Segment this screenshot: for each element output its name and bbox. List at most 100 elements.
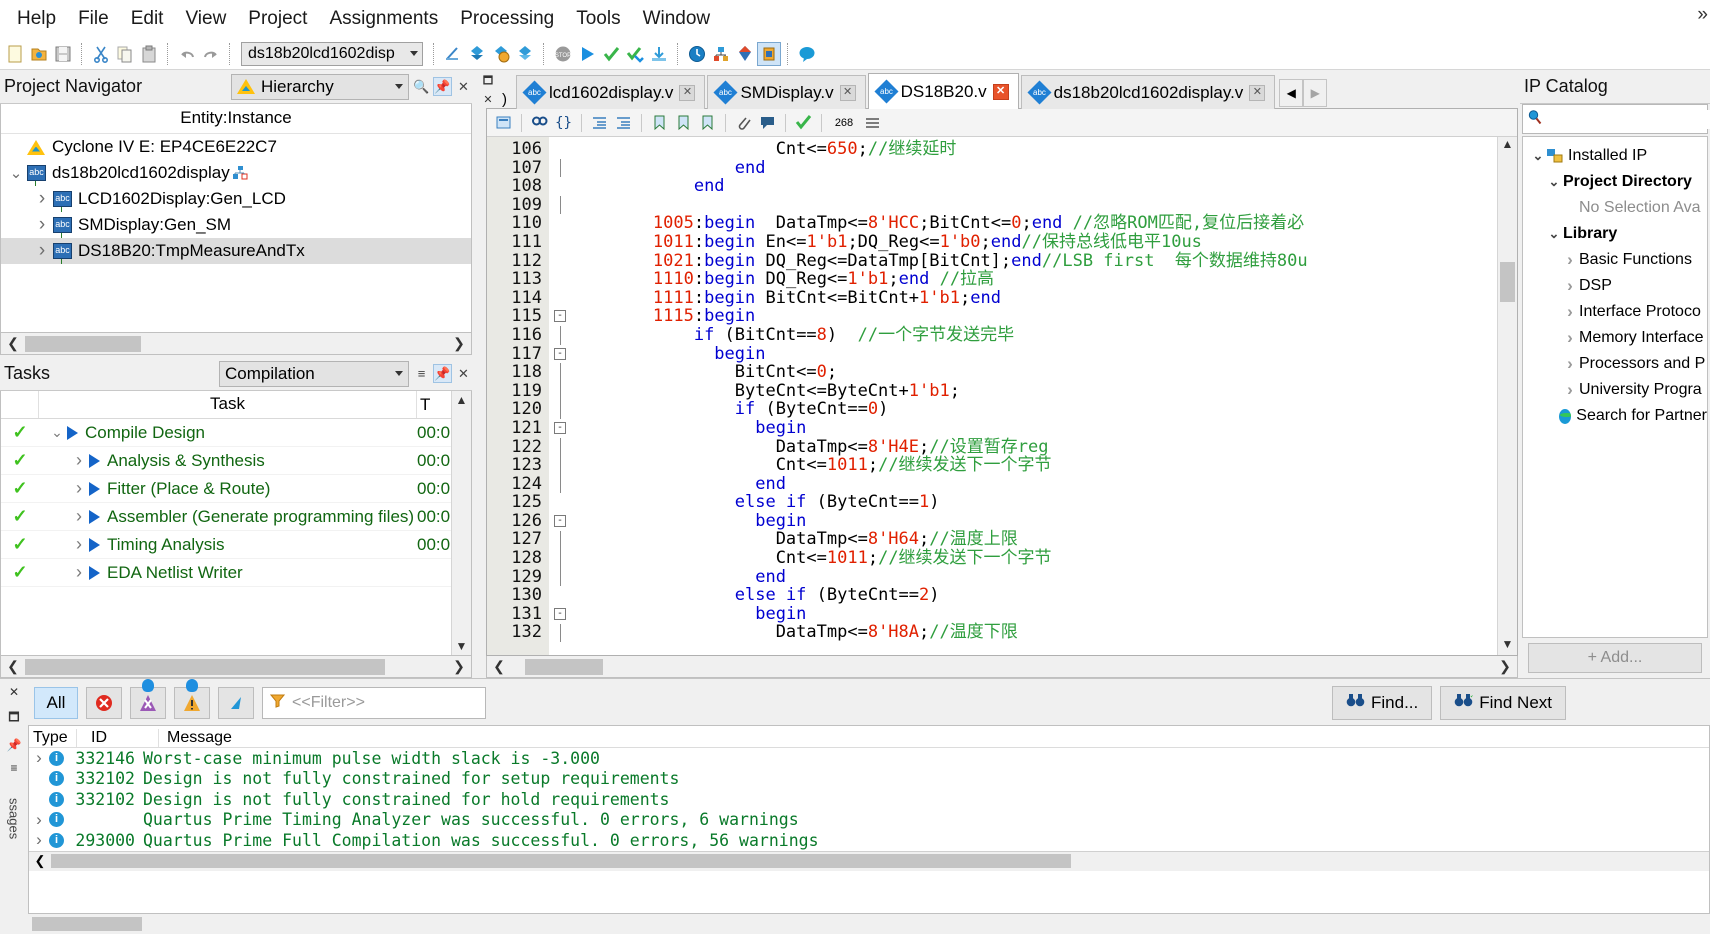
chevron-right-icon[interactable]: › xyxy=(31,188,53,210)
tasks-vscrollbar[interactable]: ▲ ▼ xyxy=(451,391,471,655)
restore-icon[interactable]: 🗖 xyxy=(483,72,493,91)
editor-tab[interactable]: abc lcd1602display.v ✕ xyxy=(516,75,706,109)
analysis-elaboration-icon[interactable] xyxy=(490,43,512,65)
ip-catalog-node[interactable]: › University Progra xyxy=(1523,377,1707,403)
hierarchy-node[interactable]: ⌄ abc ds18b20lcd1602display xyxy=(1,160,471,186)
restore-icon[interactable]: 🗖 xyxy=(8,708,19,729)
chevron-right-icon[interactable]: › xyxy=(69,534,89,555)
ip-catalog-node[interactable]: › Basic Functions xyxy=(1523,247,1707,273)
hierarchy-view-selector[interactable]: Hierarchy xyxy=(231,73,409,100)
chevron-right-icon[interactable]: › xyxy=(1561,380,1579,400)
message-row[interactable]: i 332102 Design is not fully constrained f… xyxy=(29,789,1709,810)
find-icon[interactable] xyxy=(529,112,550,133)
chevron-right-icon[interactable]: › xyxy=(1561,250,1579,270)
menu-icon[interactable]: ≡ xyxy=(413,365,430,382)
scroll-right-icon[interactable]: ❯ xyxy=(1493,658,1517,675)
chevron-right-icon[interactable]: › xyxy=(69,562,89,583)
code-line[interactable]: end xyxy=(571,177,1497,196)
scroll-down-icon[interactable]: ▼ xyxy=(456,639,468,653)
menu-overflow-icon[interactable]: » xyxy=(1697,4,1708,26)
menu-item-view[interactable]: View xyxy=(174,4,237,34)
tab-prev-icon[interactable]: ◀ xyxy=(1279,79,1304,107)
task-row[interactable]: ✓ › EDA Netlist Writer xyxy=(1,559,451,587)
chevron-right-icon[interactable]: › xyxy=(69,450,89,471)
scroll-right-icon[interactable]: ❯ xyxy=(447,335,471,352)
find-button[interactable]: Find... xyxy=(1332,686,1433,720)
close-icon[interactable]: ✕ xyxy=(1249,84,1266,101)
status-bar[interactable] xyxy=(28,914,1710,934)
hierarchy-node[interactable]: › abc LCD1602Display:Gen_LCD xyxy=(1,186,471,212)
menu-item-edit[interactable]: Edit xyxy=(120,4,175,34)
code-line[interactable]: end xyxy=(571,567,1497,587)
menu-item-tools[interactable]: Tools xyxy=(565,4,631,34)
close-icon[interactable]: ✕ xyxy=(483,93,492,106)
filter-errors-button[interactable] xyxy=(86,687,122,719)
chevron-right-icon[interactable]: › xyxy=(29,830,49,850)
bookmark-next-icon[interactable] xyxy=(673,112,694,133)
code-line[interactable]: 1005:begin DataTmp<=8'HCC;BitCnt<=0;end … xyxy=(571,214,1497,233)
filter-info-button[interactable] xyxy=(218,687,254,719)
ip-catalog-node[interactable]: ⌄ Installed IP xyxy=(1523,143,1707,169)
scroll-left-icon[interactable]: ❮ xyxy=(487,658,511,675)
match-brace-icon[interactable]: {} xyxy=(553,112,574,133)
editor-tab[interactable]: abc ds18b20lcd1602display.v ✕ xyxy=(1020,75,1276,109)
ip-catalog-node[interactable]: No Selection Ava xyxy=(1523,195,1707,221)
save-icon[interactable] xyxy=(52,43,74,65)
syntax-check-icon[interactable] xyxy=(793,112,814,133)
menu-item-project[interactable]: Project xyxy=(237,4,318,34)
run-task-icon[interactable] xyxy=(89,565,100,580)
bookmark-icon[interactable] xyxy=(649,112,670,133)
fold-collapse-icon[interactable]: - xyxy=(554,515,566,527)
add-ip-button[interactable]: + Add... xyxy=(1528,643,1702,673)
chevron-right-icon[interactable]: › xyxy=(1561,354,1579,374)
decrease-indent-icon[interactable] xyxy=(613,112,634,133)
copy-icon[interactable] xyxy=(114,43,136,65)
hierarchy-tree[interactable]: Cyclone IV E: EP4CE6E22C7 ⌄ abc ds18b20lcd1… xyxy=(1,134,471,332)
editor-vscrollbar[interactable]: ▲ ▼ xyxy=(1497,137,1517,655)
code-line[interactable]: Cnt<=1011;//继续发送下一个字节 xyxy=(571,549,1497,568)
chevron-down-icon[interactable]: ⌄ xyxy=(5,164,27,182)
code-line[interactable]: begin xyxy=(571,419,1497,438)
chevron-down-icon[interactable]: ⌄ xyxy=(1529,148,1547,164)
chevron-right-icon[interactable]: › xyxy=(69,478,89,499)
task-row[interactable]: ✓ › Assembler (Generate programming files)… xyxy=(1,503,451,531)
menu-item-help[interactable]: Help xyxy=(6,4,67,34)
editor-tab[interactable]: abc SMDisplay.v ✕ xyxy=(707,75,866,109)
hscroll-track[interactable] xyxy=(51,853,1709,869)
code-line[interactable]: 1111:begin BitCnt<=BitCnt+1'b1;end xyxy=(571,288,1497,308)
redo-icon[interactable] xyxy=(200,43,222,65)
chevron-right-icon[interactable]: › xyxy=(1561,276,1579,296)
chevron-right-icon[interactable]: › xyxy=(29,810,49,830)
fold-collapse-icon[interactable]: - xyxy=(554,347,566,360)
chevron-right-icon[interactable]: › xyxy=(69,506,89,527)
paste-icon[interactable] xyxy=(138,43,160,65)
messages-hscrollbar[interactable]: ❮ xyxy=(29,850,1709,871)
code-line[interactable]: begin xyxy=(571,512,1497,531)
editor-tab[interactable]: abc DS18B20.v ✕ xyxy=(867,73,1019,109)
code-line[interactable]: 1021:begin DQ_Reg<=DataTmp[BitCnt];end//… xyxy=(571,251,1497,271)
chevron-down-icon[interactable]: ⌄ xyxy=(1545,226,1563,242)
ip-catalog-node[interactable]: › Memory Interface xyxy=(1523,325,1707,351)
stop-icon[interactable]: STOP xyxy=(552,43,574,65)
close-icon[interactable]: ✕ xyxy=(992,83,1009,100)
close-icon[interactable]: ✕ xyxy=(839,84,856,101)
menu-icon[interactable]: ≡ xyxy=(10,761,17,775)
scroll-up-icon[interactable]: ▲ xyxy=(456,393,468,407)
increase-indent-icon[interactable] xyxy=(589,112,610,133)
task-row[interactable]: ✓ ⌄ Compile Design 00:0 xyxy=(1,419,451,447)
code-line[interactable]: DataTmp<=8'H64;//温度上限 xyxy=(571,530,1497,549)
message-row[interactable]: › i 332146 Worst-case minimum pulse width s… xyxy=(29,748,1709,769)
code-area[interactable]: 106 107 108 109 110 111 112 113 114 115 116 117 118 1… xyxy=(487,137,1517,655)
task-row[interactable]: ✓ › Timing Analysis 00:0 xyxy=(1,531,451,559)
ip-catalog-node[interactable]: › Interface Protoco xyxy=(1523,299,1707,325)
menu-item-processing[interactable]: Processing xyxy=(449,4,565,34)
ip-catalog-search[interactable] xyxy=(1522,104,1710,134)
code-line[interactable]: 1115:begin xyxy=(571,307,1497,326)
analysis-synthesis-icon[interactable] xyxy=(466,43,488,65)
insert-template-icon[interactable] xyxy=(493,112,514,133)
timing-analyzer-clock-icon[interactable] xyxy=(686,43,708,65)
source-code-text[interactable]: Cnt<=650;//继续延时 end end 1005:begin DataT… xyxy=(571,137,1497,655)
scroll-right-icon[interactable]: ❯ xyxy=(447,658,471,675)
tasks-hscrollbar[interactable]: ❮ ❯ xyxy=(0,656,472,678)
attach-icon[interactable] xyxy=(733,112,754,133)
